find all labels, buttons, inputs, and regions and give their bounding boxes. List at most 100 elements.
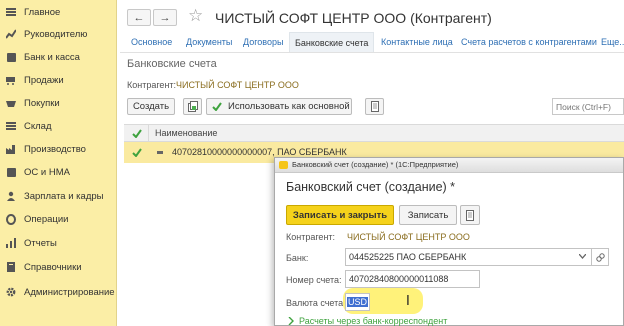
checkmark-icon: [212, 102, 222, 111]
sidebar-item-assets[interactable]: ОС и НМА: [0, 161, 117, 183]
dialog-owner-value[interactable]: ЧИСТЫЙ СОФТ ЦЕНТР ООО: [347, 232, 470, 242]
sidebar-item-main[interactable]: Главное: [0, 1, 117, 23]
account-number-value: 40702840800000011088: [349, 274, 449, 284]
forward-arrow-icon: →: [159, 11, 171, 24]
bank-label: Банк:: [286, 253, 309, 263]
correspondent-section[interactable]: Расчеты через банк-корреспондент: [288, 316, 447, 326]
sidebar-item-production[interactable]: Производство: [0, 138, 117, 160]
sidebar-item-label: Продажи: [24, 74, 64, 86]
chart-icon: [6, 29, 16, 39]
account-number-label: Номер счета:: [286, 275, 342, 285]
sidebar-item-label: Банк и касса: [24, 51, 80, 63]
bank-field[interactable]: 044525225 ПАО СБЕРБАНК: [345, 248, 593, 266]
dialog-heading: Банковский счет (создание) *: [286, 180, 456, 194]
search-input[interactable]: [556, 101, 622, 112]
tab-contacts[interactable]: Контактные лица: [381, 32, 453, 52]
owner-value[interactable]: ЧИСТЫЙ СОФТ ЦЕНТР ООО: [176, 80, 299, 90]
sidebar-item-label: Операции: [24, 213, 69, 225]
currency-field[interactable]: USD: [345, 293, 370, 311]
bank-account-dialog: Банковский счет (создание) * (1С:Предпри…: [274, 157, 624, 326]
tab-documents[interactable]: Документы: [186, 32, 232, 52]
star-icon[interactable]: ☆: [188, 6, 203, 26]
sidebar-item-sales[interactable]: Продажи: [0, 69, 117, 91]
tab-bank-accounts[interactable]: Банковские счета: [289, 32, 375, 53]
gear-icon: [6, 287, 16, 297]
page-title: ЧИСТЫЙ СОФТ ЦЕНТР ООО (Контрагент): [215, 10, 492, 26]
cart-icon: [6, 75, 16, 85]
sidebar-item-label: Производство: [24, 143, 86, 155]
sidebar-item-label: Администрирование: [24, 286, 115, 298]
back-arrow-icon: ←: [133, 11, 145, 24]
document-icon: [370, 101, 379, 112]
use-as-main-button[interactable]: Использовать как основной: [206, 98, 352, 115]
correspondent-label: Расчеты через банк-корреспондент: [299, 316, 448, 326]
document-icon: [466, 209, 474, 221]
column-header-name[interactable]: Наименование: [155, 128, 217, 138]
list-settings-button[interactable]: [365, 98, 384, 115]
assets-icon: [6, 167, 16, 177]
bank-value: 044525225 ПАО СБЕРБАНК: [349, 252, 467, 262]
sidebar-item-label: Главное: [24, 6, 61, 18]
bank-open-button[interactable]: [591, 248, 609, 266]
reports-icon: [6, 238, 16, 248]
warehouse-icon: [6, 121, 16, 131]
chevron-right-icon: [288, 317, 294, 325]
tab-main[interactable]: Основное: [131, 32, 172, 52]
owner-label: Контрагент:: [127, 80, 177, 90]
forward-button[interactable]: →: [153, 9, 177, 26]
sidebar-item-manager[interactable]: Руководителю: [0, 23, 117, 45]
basket-icon: [6, 98, 16, 108]
sidebar-item-label: Отчеты: [24, 237, 57, 249]
save-button[interactable]: Записать: [399, 205, 457, 225]
sidebar-item-salary[interactable]: Зарплата и кадры: [0, 185, 117, 207]
account-number-field[interactable]: 40702840800000011088: [345, 270, 480, 288]
text-cursor-icon: I: [406, 294, 410, 309]
tabs-divider: [120, 52, 624, 53]
sidebar-item-references[interactable]: Справочники: [0, 256, 117, 278]
section-title: Банковские счета: [127, 58, 217, 70]
sidebar-item-label: Зарплата и кадры: [24, 190, 104, 202]
sidebar-item-bank[interactable]: Банк и касса: [0, 46, 117, 68]
use-as-main-label: Использовать как основной: [228, 101, 350, 112]
book-icon: [6, 262, 16, 272]
table-header: Наименование: [124, 124, 624, 142]
create-button[interactable]: Создать: [127, 98, 175, 115]
dialog-owner-label: Контрагент:: [286, 232, 336, 242]
dialog-window-title: Банковский счет (создание) * (1С:Предпри…: [292, 160, 459, 169]
currency-label: Валюта счета:: [286, 298, 346, 308]
sidebar-item-purchases[interactable]: Покупки: [0, 92, 117, 114]
sidebar-item-reports[interactable]: Отчеты: [0, 232, 117, 254]
sidebar: Главное Руководителю Банк и касса Продаж…: [0, 0, 117, 326]
people-icon: [6, 191, 16, 201]
tab-settlement-accounts[interactable]: Счета расчетов с контрагентами: [461, 32, 597, 52]
save-and-close-button[interactable]: Записать и закрыть: [286, 205, 394, 225]
back-button[interactable]: ←: [127, 9, 151, 26]
tab-contracts[interactable]: Договоры: [243, 32, 283, 52]
search-box[interactable]: [552, 98, 624, 115]
row-name-cell: 40702810000000000007, ПАО СБЕРБАНК: [172, 147, 347, 157]
factory-icon: [6, 144, 16, 154]
bank-dropdown-button[interactable]: [578, 249, 587, 263]
row-marker-icon: [157, 151, 163, 154]
copy-button[interactable]: [183, 98, 202, 115]
app-logo-icon: [279, 161, 288, 169]
operations-icon: [6, 213, 16, 225]
sidebar-item-operations[interactable]: Операции: [0, 208, 117, 230]
copy-icon: [187, 101, 198, 112]
tab-more[interactable]: Еще...: [601, 32, 624, 52]
checkmark-column-icon: [132, 129, 142, 138]
dialog-titlebar[interactable]: Банковский счет (создание) * (1С:Предпри…: [275, 158, 623, 173]
sidebar-item-label: Справочники: [24, 261, 82, 273]
sidebar-item-admin[interactable]: Администрирование: [0, 281, 117, 303]
dialog-more-button[interactable]: [460, 205, 480, 225]
bank-icon: [6, 52, 16, 62]
main-account-check-icon: [132, 148, 142, 157]
menu-icon: [6, 7, 16, 17]
sidebar-item-label: ОС и НМА: [24, 166, 70, 178]
sidebar-item-label: Склад: [24, 120, 52, 132]
open-link-icon: [595, 252, 605, 262]
sidebar-item-warehouse[interactable]: Склад: [0, 115, 117, 137]
chevron-down-icon: [579, 253, 586, 259]
sidebar-item-label: Покупки: [24, 97, 60, 109]
sidebar-item-label: Руководителю: [24, 28, 88, 40]
